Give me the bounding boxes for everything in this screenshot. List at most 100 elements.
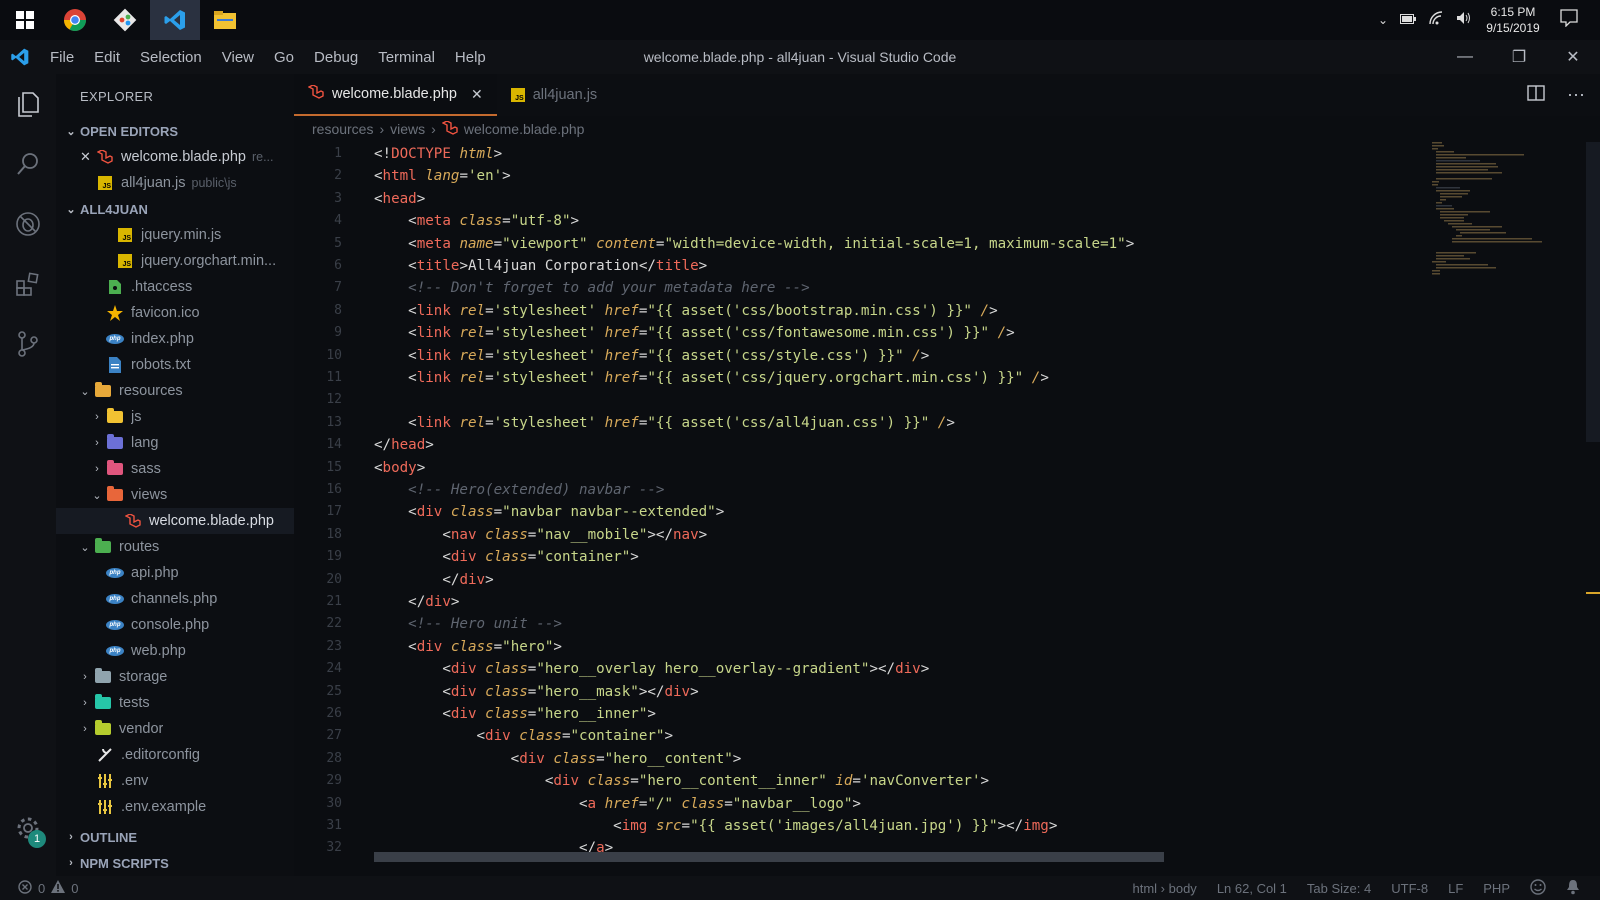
explorer-icon[interactable] [0,74,56,134]
tree-item[interactable]: php channels.php [56,586,294,612]
source-control-icon[interactable] [0,314,56,374]
tree-item[interactable]: JS jquery.min.js [56,222,294,248]
chevron-right-icon: › [83,723,87,735]
close-icon[interactable]: ✕ [471,86,483,103]
code-line: <div class="container"> [476,728,674,745]
close-window-button[interactable]: ✕ [1546,40,1600,74]
tree-folder-views[interactable]: ⌄ views [56,482,294,508]
code-editor[interactable]: 1 <!DOCTYPE html> 2 <html lang='en'> 3 <head>… [294,142,1444,864]
tree-item[interactable]: .env [56,768,294,794]
open-editor-all4juan[interactable]: JS all4juan.js public\js [56,170,294,196]
volume-icon[interactable] [1456,11,1472,30]
status-tab-size[interactable]: Tab Size: 4 [1307,881,1371,896]
menu-debug[interactable]: Debug [304,49,368,66]
breadcrumb-item[interactable]: views [390,121,425,137]
search-icon[interactable] [0,134,56,194]
status-language[interactable]: PHP [1483,881,1510,896]
split-editor-icon[interactable] [1527,84,1545,106]
feedback-smiley-icon[interactable] [1530,878,1546,898]
tree-folder-vendor[interactable]: › vendor [56,716,294,742]
tree-item[interactable]: robots.txt [56,352,294,378]
minimap[interactable] [1432,142,1552,282]
menu-view[interactable]: View [212,49,264,66]
menu-terminal[interactable]: Terminal [368,49,445,66]
chevron-up-icon[interactable]: ⌄ [1378,13,1388,27]
open-editors-header[interactable]: ⌄ OPEN EDITORS [56,118,294,144]
js-file-icon: JS [510,88,525,102]
editor-actions: ⋯ [1527,74,1586,116]
tree-item[interactable]: favicon.ico [56,300,294,326]
tree-folder-resources[interactable]: ⌄ resources [56,378,294,404]
chrome-icon[interactable] [50,0,100,40]
code-line: <div class="hero__content__inner" id='na… [544,773,990,790]
status-eol[interactable]: LF [1448,881,1463,896]
vscode-icon[interactable] [150,0,200,40]
laravel-icon [96,149,114,165]
windows-start-icon[interactable] [0,0,50,40]
menu-edit[interactable]: Edit [84,49,130,66]
menu-file[interactable]: File [40,49,84,66]
breadcrumb-item[interactable]: resources [312,121,373,137]
tree-item[interactable]: php console.php [56,612,294,638]
breadcrumb: resources › views › welcome.blade.php [294,116,1600,142]
menu-selection[interactable]: Selection [130,49,212,66]
project-header[interactable]: ⌄ ALL4JUAN [56,196,294,222]
tree-folder-lang[interactable]: › lang [56,430,294,456]
status-scope[interactable]: html › body [1133,881,1197,896]
wifi-icon[interactable] [1428,10,1444,30]
menu-help[interactable]: Help [445,49,496,66]
tree-item[interactable]: .editorconfig [56,742,294,768]
code-line: <div class="hero"> [408,638,562,655]
file-explorer-icon[interactable] [200,0,250,40]
error-icon [18,879,32,897]
tree-folder-js[interactable]: › js [56,404,294,430]
tree-folder-tests[interactable]: › tests [56,690,294,716]
npm-scripts-header[interactable]: › NPM SCRIPTS [56,850,294,876]
tab-welcome-blade[interactable]: welcome.blade.php ✕ [294,74,497,116]
tree-item-label: channels.php [131,591,218,607]
laravel-icon [441,119,458,138]
notifications-icon[interactable] [1560,8,1578,32]
tab-all4juan-js[interactable]: JS all4juan.js [497,74,612,116]
code-line: <a href="/" class="navbar__logo"> [579,795,861,812]
code-line: <div class="hero__content"> [510,750,742,767]
chevron-right-icon: › [379,121,385,137]
status-encoding[interactable]: UTF-8 [1391,881,1428,896]
battery-icon[interactable] [1400,11,1416,29]
tree-item[interactable]: .env.example [56,794,294,820]
tree-folder-sass[interactable]: › sass [56,456,294,482]
debug-icon[interactable] [0,194,56,254]
tree-item[interactable]: php web.php [56,638,294,664]
horizontal-scrollbar[interactable] [374,852,1164,862]
problems-indicator[interactable]: 0 0 [0,879,78,897]
tree-item[interactable]: php api.php [56,560,294,586]
vertical-scrollbar[interactable] [1586,142,1600,442]
line-number: 12 [326,392,342,408]
tree-item-label: api.php [131,565,179,581]
tree-folder-storage[interactable]: › storage [56,664,294,690]
taskbar-clock[interactable]: 6:15 PM 9/15/2019 [1484,4,1542,36]
more-actions-icon[interactable]: ⋯ [1567,85,1586,106]
code-line: <img src="{{ asset('images/all4juan.jpg'… [613,818,1058,834]
status-cursor-position[interactable]: Ln 62, Col 1 [1217,881,1287,896]
line-number: 7 [334,280,342,296]
outline-header[interactable]: › OUTLINE [56,824,294,850]
notifications-bell-icon[interactable] [1566,879,1580,898]
tree-item[interactable]: php index.php [56,326,294,352]
manage-gear-button[interactable]: 1 [0,806,56,854]
minimize-button[interactable]: — [1438,40,1492,74]
close-icon[interactable]: ✕ [80,149,96,165]
tree-item[interactable]: .htaccess [56,274,294,300]
git-icon[interactable] [100,0,150,40]
tree-item-active[interactable]: welcome.blade.php [56,508,294,534]
chevron-right-icon: › [69,857,73,869]
tree-folder-routes[interactable]: ⌄ routes [56,534,294,560]
tree-item-label: .htaccess [131,279,193,295]
extensions-icon[interactable] [0,254,56,314]
menu-go[interactable]: Go [264,49,304,66]
breadcrumb-item[interactable]: welcome.blade.php [464,121,585,137]
tree-item[interactable]: JS jquery.orgchart.min... [56,248,294,274]
restore-button[interactable]: ❐ [1492,40,1546,74]
php-file-icon: php [106,617,124,633]
open-editor-welcome[interactable]: ✕ welcome.blade.php re... [56,144,294,170]
